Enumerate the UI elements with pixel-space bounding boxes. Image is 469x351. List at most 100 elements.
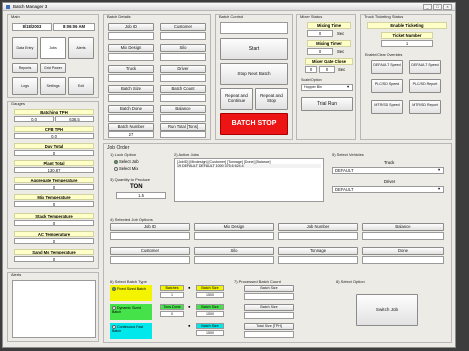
batches-field[interactable]: 1: [160, 292, 184, 298]
silo-field: [160, 53, 206, 61]
job-order-panel: Job Order 1) Lock Option Select Job Sele…: [103, 143, 452, 343]
mix-design-field: [108, 53, 154, 61]
customer-option-label[interactable]: Customer: [110, 247, 190, 255]
reports-button[interactable]: Reports: [12, 63, 38, 73]
mix-design-option-field: [194, 232, 274, 240]
quantity-field[interactable]: 1.5: [116, 192, 166, 199]
mix-design-button[interactable]: Mix Design: [108, 44, 154, 52]
override-button[interactable]: PLC/SD Speed: [371, 79, 403, 93]
batch-stop-button[interactable]: BATCH STOP: [220, 113, 288, 135]
truck-button[interactable]: Truck: [108, 65, 154, 73]
continuous-batch-option[interactable]: Continuous Fast Batch: [110, 323, 152, 339]
alerts-button[interactable]: Alerts: [68, 37, 94, 59]
batch-size-button[interactable]: Batch Size: [108, 85, 154, 93]
active-jobs-caption: 2) Active Jobs: [174, 152, 199, 157]
chevron-down-icon[interactable]: ▾: [438, 167, 440, 172]
override-button[interactable]: MTR/SD Speed: [371, 100, 403, 114]
exit-button[interactable]: Exit: [68, 77, 94, 95]
mixer-gate-left-field[interactable]: 0: [305, 66, 317, 73]
driver-field: [160, 74, 206, 82]
alerts-list[interactable]: [12, 280, 96, 338]
job-id-option-field: [110, 232, 190, 240]
driver-label: Driver: [384, 179, 396, 184]
fixed-batch-option[interactable]: Fixed Sized Batch: [110, 285, 152, 301]
batch-done-button[interactable]: Batch Done: [108, 105, 154, 113]
ticket-number-label: Ticket Number: [381, 32, 433, 39]
batch-size-field[interactable]: 1500: [196, 330, 224, 336]
alerts-panel: Alerts: [7, 272, 99, 342]
override-button[interactable]: MTR/SD Report: [409, 100, 441, 114]
quantity-caption: 3) Quantity to Produce: [110, 177, 151, 182]
jobs-row[interactable]: 19 DEFAULT DEFAULT 1000 375.6 624.4: [177, 164, 321, 168]
batches-label: Batches: [160, 285, 184, 291]
select-mix-radio[interactable]: Select Mix: [114, 166, 138, 171]
ticketing-caption: Truck Ticketing Status: [364, 14, 404, 19]
app-icon: [6, 5, 10, 9]
truck-select[interactable]: DEFAULT: [332, 167, 444, 174]
trial-run-button[interactable]: Trial Run: [301, 97, 353, 111]
scale-option-select[interactable]: Hopper Bin: [301, 84, 353, 91]
logs-button[interactable]: Logs: [12, 77, 38, 95]
batch-size-field[interactable]: 1500: [196, 311, 224, 317]
close-button[interactable]: ×: [443, 4, 452, 10]
override-button[interactable]: DEFAULT Speed: [409, 60, 441, 74]
gauge-label: Stack Temperature: [14, 213, 94, 219]
override-button[interactable]: DEFAULT Speed: [371, 60, 403, 74]
stop-next-batch-button[interactable]: Stop Next Batch: [220, 63, 288, 85]
mix-design-option-label[interactable]: Mix Design: [194, 223, 274, 231]
repeat-stop-button[interactable]: Repeat and Stop: [255, 88, 288, 110]
tonnage-option-label[interactable]: Tonnage: [278, 247, 358, 255]
silo-option-field: [194, 256, 274, 264]
batch-size-field[interactable]: 1500: [196, 292, 224, 298]
start-button[interactable]: Start: [220, 38, 288, 60]
select-mix-label: Select Mix: [119, 166, 139, 171]
gauge-label: AC Temperature: [14, 231, 94, 237]
active-jobs-list[interactable]: [JobID] [Mixdesign] [Customer] [Tonnage]…: [174, 158, 324, 202]
title-bar: Batch Manager 3 _ □ ×: [3, 3, 455, 11]
maximize-button[interactable]: □: [433, 4, 442, 10]
enable-ticketing-label[interactable]: Enable Ticketing: [367, 22, 447, 29]
chevron-down-icon[interactable]: ▾: [438, 186, 440, 191]
processed-batch-size-label: Batch Size: [244, 304, 294, 311]
mixing-time-field[interactable]: 0: [307, 30, 333, 37]
dynamic-batch-option[interactable]: Dynamic Sized Batch: [110, 304, 152, 320]
job-id-button[interactable]: Job ID: [108, 23, 154, 31]
ticket-number-field[interactable]: 1: [381, 40, 433, 47]
silo-button[interactable]: Silo: [160, 44, 206, 52]
override-button[interactable]: PLC/SD Report: [409, 79, 441, 93]
settings-button[interactable]: Settings: [40, 77, 66, 95]
processed-batch-size-field: [244, 293, 294, 300]
mixer-gate-field[interactable]: 0: [319, 66, 335, 73]
data-entry-button[interactable]: Data Entry: [12, 37, 38, 59]
done-option-label[interactable]: Done: [362, 247, 444, 255]
mixing-time-unit: Sec: [337, 31, 345, 36]
grid-power-button[interactable]: Grid Power: [40, 63, 66, 73]
date-field: 8/18/2003: [12, 23, 52, 31]
tons-done-field[interactable]: 0: [160, 311, 184, 317]
job-number-option-label[interactable]: Job Number: [278, 223, 358, 231]
balance-button[interactable]: Balance: [160, 105, 206, 113]
switch-job-button[interactable]: Switch Job: [356, 294, 418, 326]
run-total-button[interactable]: Run Total [Tons]: [160, 123, 206, 131]
driver-select[interactable]: DEFAULT: [332, 186, 444, 193]
balance-option-label[interactable]: Balance: [362, 223, 444, 231]
tons-done-label: Tons Done: [160, 304, 184, 310]
silo-option-label[interactable]: Silo: [194, 247, 274, 255]
lock-option-caption: 1) Lock Option: [110, 152, 137, 157]
jobs-button[interactable]: Jobs: [40, 37, 66, 59]
batch-count-button[interactable]: Batch Count: [160, 85, 206, 93]
main-panel: Main 8/18/2003 8:06:06 AM Data Entry Job…: [7, 14, 99, 98]
select-job-radio[interactable]: Select Job: [114, 159, 139, 164]
batch-number-button[interactable]: Batch Number: [108, 123, 154, 131]
job-id-option-label[interactable]: Job ID: [110, 223, 190, 231]
repeat-continue-button[interactable]: Repeat and Continue: [220, 88, 253, 110]
job-id-field: [108, 32, 154, 40]
chevron-down-icon[interactable]: ▾: [347, 84, 349, 89]
driver-button[interactable]: Driver: [160, 65, 206, 73]
minimize-button[interactable]: _: [423, 4, 432, 10]
multiply-icon: ●: [188, 285, 191, 290]
customer-button[interactable]: Customer: [160, 23, 206, 31]
radio-icon: [114, 166, 118, 171]
batch-number-field: 27: [108, 131, 154, 138]
window-title: Batch Manager 3: [13, 4, 48, 9]
